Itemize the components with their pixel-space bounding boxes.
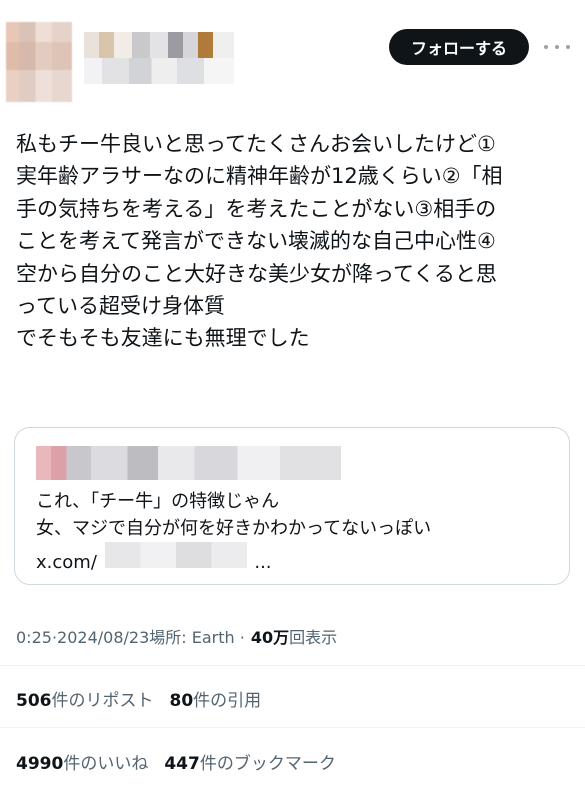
views-label: 回表示 — [289, 628, 338, 647]
stats-row-likes: 4990件のいいね 447件のブックマーク — [16, 749, 336, 774]
follow-button[interactable]: フォローする — [389, 29, 529, 65]
tweet-location: 場所: Earth · — [149, 628, 245, 647]
likes-label: 件のいいね — [63, 754, 149, 774]
quoted-tweet-card[interactable]: これ、「チー牛」の特徴じゃん 女、マジで自分が何を好きかわかってないっぽい x.… — [14, 427, 570, 585]
likes-stat[interactable]: 4990件のいいね — [16, 749, 148, 774]
quoted-author-redacted — [36, 446, 341, 480]
quote-line: 女、マジで自分が何を好きかわかってないっぽい — [36, 518, 432, 539]
tweet-text: 私もチー牛良いと思ってたくさんお会いしたけど① 実年齢アラサーなのに精神年齢が1… — [16, 128, 572, 355]
quote-line: これ、「チー牛」の特徴じゃん — [36, 491, 280, 512]
tweet-line: 私もチー牛良いと思ってたくさんお会いしたけど① — [16, 132, 496, 156]
tweet-line: っている超受け身体質 — [16, 294, 225, 319]
tweet-line: ことを考えて発言ができない壊滅的な自己中心性④ — [16, 229, 496, 254]
reposts-label: 件のリポスト — [51, 691, 154, 711]
divider — [0, 727, 585, 728]
quotes-stat[interactable]: 80件の引用 — [170, 686, 262, 711]
tweet-line: 空から自分のこと大好きな美少女が降ってくると思 — [16, 261, 497, 286]
stats-row-reposts: 506件のリポスト 80件の引用 — [16, 686, 261, 711]
tweet-line: 実年齢アラサーなのに精神年齢が12歳くらい②「相 — [16, 164, 503, 189]
reposts-stat[interactable]: 506件のリポスト — [16, 686, 154, 711]
reposts-count: 506 — [16, 691, 52, 711]
more-options-icon[interactable] — [544, 38, 570, 56]
link-suffix: ... — [254, 552, 272, 573]
avatar[interactable] — [6, 22, 72, 102]
quotes-count: 80 — [169, 691, 194, 711]
quoted-link[interactable]: x.com/ ... — [36, 542, 556, 576]
tweet-date[interactable]: 2024/08/23 — [57, 628, 149, 647]
tweet-line: でそもそも友達にも無理でした — [16, 326, 310, 351]
bookmarks-count: 447 — [164, 754, 200, 774]
tweet-header: フォローする — [0, 0, 585, 110]
tweet-time[interactable]: 0:25 — [16, 628, 52, 647]
bookmarks-stat[interactable]: 447件のブックマーク — [164, 749, 336, 774]
likes-count: 4990 — [16, 754, 64, 774]
tweet-metadata: 0:25 · 2024/08/23 場所: Earth · 40万 回表示 — [16, 624, 337, 648]
quotes-label: 件の引用 — [193, 691, 262, 711]
link-redacted — [104, 542, 247, 568]
quoted-tweet-text: これ、「チー牛」の特徴じゃん 女、マジで自分が何を好きかわかってないっぽい x.… — [36, 488, 556, 576]
link-prefix: x.com/ — [36, 552, 97, 573]
bookmarks-label: 件のブックマーク — [199, 754, 336, 774]
views-count[interactable]: 40万 — [251, 624, 289, 648]
author-name-redacted[interactable] — [84, 32, 234, 84]
tweet-line: 手の気持ちを考える」を考えたことがない③相手の — [16, 196, 497, 221]
divider — [0, 665, 585, 666]
